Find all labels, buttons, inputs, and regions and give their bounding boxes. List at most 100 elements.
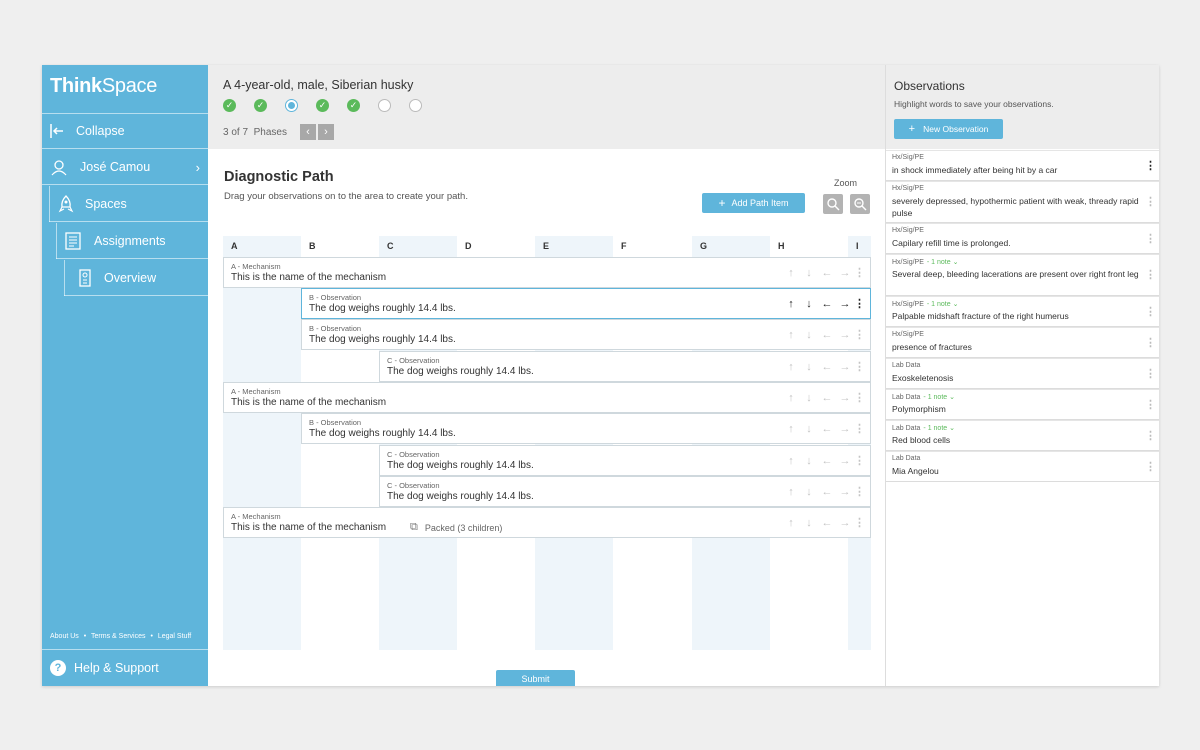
note-count[interactable]: - 1 note ⌄ <box>923 394 955 401</box>
move-up-icon[interactable]: ↑ <box>782 392 800 404</box>
phase-step-7[interactable] <box>409 99 422 112</box>
sidebar-item-overview[interactable]: Overview <box>64 260 208 296</box>
more-options-icon[interactable]: ⋮ <box>1145 195 1156 208</box>
move-right-icon[interactable]: → <box>836 392 854 404</box>
sidebar-item-assignments[interactable]: Assignments <box>56 223 208 259</box>
move-left-icon[interactable]: ← <box>818 392 836 404</box>
path-item[interactable]: B - Observation The dog weighs roughly 14… <box>301 319 871 350</box>
more-options-icon[interactable]: ⋮ <box>854 360 865 373</box>
path-item[interactable]: A - Mechanism This is the name of the mec… <box>223 507 871 538</box>
move-down-icon[interactable]: ↓ <box>800 486 818 498</box>
observation-item[interactable]: Hx/Sig/PE - 1 note ⌄ Palpable midshaft fra… <box>886 296 1159 327</box>
move-left-icon[interactable]: ← <box>818 329 836 341</box>
more-options-icon[interactable]: ⋮ <box>1145 398 1156 411</box>
more-options-icon[interactable]: ⋮ <box>1145 367 1156 380</box>
move-right-icon[interactable]: → <box>836 267 854 279</box>
more-options-icon[interactable]: ⋮ <box>854 454 865 467</box>
move-right-icon[interactable]: → <box>836 361 854 373</box>
observation-item[interactable]: Hx/Sig/PE severely depressed, hypothermic… <box>886 181 1159 223</box>
move-up-icon[interactable]: ↑ <box>782 361 800 373</box>
move-down-icon[interactable]: ↓ <box>800 392 818 404</box>
more-options-icon[interactable]: ⋮ <box>854 422 865 435</box>
more-options-icon[interactable]: ⋮ <box>1145 305 1156 318</box>
zoom-out-button[interactable] <box>823 194 843 214</box>
move-up-icon[interactable]: ↑ <box>782 267 800 279</box>
more-options-icon[interactable]: ⋮ <box>1145 268 1156 281</box>
more-options-icon[interactable]: ⋮ <box>1145 429 1156 442</box>
path-item[interactable]: B - Observation The dog weighs roughly 14… <box>301 413 871 444</box>
legal-link[interactable]: Legal Stuff <box>158 633 191 640</box>
move-right-icon[interactable]: → <box>836 517 854 529</box>
move-right-icon[interactable]: → <box>836 298 854 310</box>
move-left-icon[interactable]: ← <box>818 486 836 498</box>
more-options-icon[interactable]: ⋮ <box>1145 159 1156 172</box>
more-options-icon[interactable]: ⋮ <box>1145 232 1156 245</box>
path-item[interactable]: C - Observation The dog weighs roughly 14… <box>379 445 871 476</box>
about-link[interactable]: About Us <box>50 633 79 640</box>
move-down-icon[interactable]: ↓ <box>800 455 818 467</box>
move-up-icon[interactable]: ↑ <box>782 486 800 498</box>
move-up-icon[interactable]: ↑ <box>782 455 800 467</box>
move-left-icon[interactable]: ← <box>818 455 836 467</box>
observation-item[interactable]: Lab Data Exoskeletenosis ⋮ <box>886 358 1159 389</box>
phase-step-2[interactable]: ✓ <box>254 99 267 112</box>
new-observation-button[interactable]: + New Observation <box>894 119 1003 139</box>
more-options-icon[interactable]: ⋮ <box>1145 336 1156 349</box>
move-left-icon[interactable]: ← <box>818 361 836 373</box>
more-options-icon[interactable]: ⋮ <box>854 391 865 404</box>
more-options-icon[interactable]: ⋮ <box>1145 460 1156 473</box>
move-down-icon[interactable]: ↓ <box>800 298 818 310</box>
help-support-button[interactable]: ? Help & Support <box>42 649 208 686</box>
more-options-icon[interactable]: ⋮ <box>854 266 865 279</box>
observation-item[interactable]: Lab Data - 1 note ⌄ Red blood cells ⋮ <box>886 420 1159 451</box>
add-path-item-button[interactable]: + Add Path Item <box>702 193 805 213</box>
move-down-icon[interactable]: ↓ <box>800 329 818 341</box>
more-options-icon[interactable]: ⋮ <box>854 328 865 341</box>
move-down-icon[interactable]: ↓ <box>800 361 818 373</box>
move-up-icon[interactable]: ↑ <box>782 423 800 435</box>
next-phase-button[interactable]: › <box>318 124 334 140</box>
path-item[interactable]: C - Observation The dog weighs roughly 14… <box>379 476 871 507</box>
path-item[interactable]: A - Mechanism This is the name of the mec… <box>223 257 871 288</box>
phase-step-6[interactable] <box>378 99 391 112</box>
move-up-icon[interactable]: ↑ <box>782 298 800 310</box>
observation-item[interactable]: Lab Data - 1 note ⌄ Polymorphism ⋮ <box>886 389 1159 420</box>
move-left-icon[interactable]: ← <box>818 298 836 310</box>
note-count[interactable]: - 1 note ⌄ <box>927 259 959 266</box>
move-right-icon[interactable]: → <box>836 329 854 341</box>
zoom-in-button[interactable] <box>850 194 870 214</box>
collapse-button[interactable]: Collapse <box>42 113 208 149</box>
move-right-icon[interactable]: → <box>836 486 854 498</box>
submit-button[interactable]: Submit <box>496 670 575 686</box>
observation-item[interactable]: Hx/Sig/PE in shock immediately after bein… <box>886 150 1159 181</box>
observation-item[interactable]: Lab Data Mia Angelou ⋮ <box>886 451 1159 482</box>
more-options-icon[interactable]: ⋮ <box>854 516 865 529</box>
move-down-icon[interactable]: ↓ <box>800 423 818 435</box>
move-left-icon[interactable]: ← <box>818 423 836 435</box>
packed-children[interactable]: ⧉ Packed (3 children) <box>410 521 502 534</box>
phase-step-3[interactable] <box>285 99 298 112</box>
path-item[interactable]: A - Mechanism This is the name of the mec… <box>223 382 871 413</box>
note-count[interactable]: - 1 note ⌄ <box>927 301 959 308</box>
move-down-icon[interactable]: ↓ <box>800 267 818 279</box>
observation-item[interactable]: Hx/Sig/PE presence of fractures ⋮ <box>886 327 1159 358</box>
phase-step-5[interactable]: ✓ <box>347 99 360 112</box>
move-right-icon[interactable]: → <box>836 455 854 467</box>
phase-step-4[interactable]: ✓ <box>316 99 329 112</box>
more-options-icon[interactable]: ⋮ <box>854 297 865 310</box>
path-item[interactable]: B - Observation The dog weighs roughly 14… <box>301 288 871 319</box>
move-down-icon[interactable]: ↓ <box>800 517 818 529</box>
note-count[interactable]: - 1 note ⌄ <box>923 425 955 432</box>
move-left-icon[interactable]: ← <box>818 267 836 279</box>
sidebar-item-spaces[interactable]: Spaces <box>49 186 208 222</box>
brand-logo[interactable]: ThinkSpace <box>50 75 157 98</box>
observation-item[interactable]: Hx/Sig/PE Capilary refill time is prolong… <box>886 223 1159 254</box>
move-right-icon[interactable]: → <box>836 423 854 435</box>
more-options-icon[interactable]: ⋮ <box>854 485 865 498</box>
phase-step-1[interactable]: ✓ <box>223 99 236 112</box>
prev-phase-button[interactable]: ‹ <box>300 124 316 140</box>
user-menu[interactable]: José Camou › <box>42 150 208 185</box>
terms-link[interactable]: Terms & Services <box>91 633 145 640</box>
move-left-icon[interactable]: ← <box>818 517 836 529</box>
path-item[interactable]: C - Observation The dog weighs roughly 14… <box>379 351 871 382</box>
